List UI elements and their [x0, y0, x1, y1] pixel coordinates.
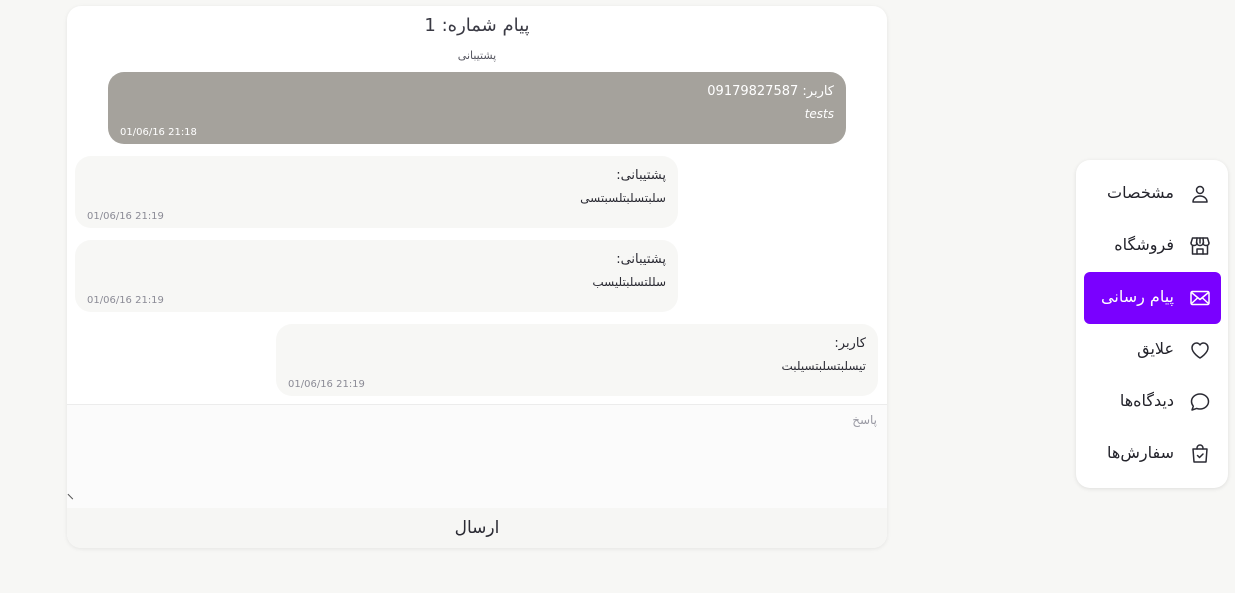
message-sender: کاربر: 09179827587: [707, 84, 834, 99]
menu-item-messaging[interactable]: پیام رسانی: [1084, 272, 1221, 324]
reply-textarea[interactable]: [67, 404, 887, 508]
message-text: سللتسلبتلیسب: [592, 275, 666, 289]
heart-icon: [1188, 338, 1212, 362]
chat-bubble-icon: [1188, 390, 1212, 414]
menu-item-label: پیام رسانی: [1101, 287, 1174, 306]
shopping-bag-icon: [1188, 442, 1212, 466]
message-text: سلبتسلبتلسبتسی: [580, 191, 666, 205]
chat-subtitle: پشتیبانی: [457, 49, 497, 62]
message-text: تیسلبتسلبتسیلبت: [781, 359, 866, 373]
message-bubble: پشتیبانی: سلبتسلبتلسبتسی 01/06/16 21:19: [75, 156, 678, 228]
message-bubble: پشتیبانی: سللتسلبتلیسب 01/06/16 21:19: [75, 240, 678, 312]
envelope-icon: [1188, 286, 1212, 310]
menu-item-label: سفارش‌ها: [1107, 443, 1174, 462]
menu-item-favorites[interactable]: علایق: [1084, 324, 1221, 376]
message-sender: کاربر:: [834, 336, 866, 351]
menu-item-label: دیدگاه‌ها: [1119, 391, 1174, 410]
message-time: 01/06/16 21:18: [120, 127, 197, 138]
store-icon: [1188, 234, 1212, 258]
message-sender: پشتیبانی:: [616, 168, 666, 183]
message-text: tests: [804, 107, 834, 121]
menu-item-store[interactable]: فروشگاه: [1084, 220, 1221, 272]
chat-title: پیام شماره: 1: [424, 15, 530, 36]
menu-item-profile[interactable]: مشخصات: [1084, 168, 1221, 220]
menu-item-label: فروشگاه: [1114, 235, 1174, 254]
user-icon: [1188, 182, 1212, 206]
account-menu: مشخصات فروشگاه پیام رسانی: [1076, 160, 1228, 488]
chat-card: پیام شماره: 1 پشتیبانی کاربر: 0917982758…: [67, 6, 887, 548]
message-bubble: کاربر: تیسلبتسلبتسیلبت 01/06/16 21:19: [276, 324, 878, 396]
menu-item-label: علایق: [1137, 339, 1174, 358]
message-sender: پشتیبانی:: [616, 252, 666, 267]
menu-item-comments[interactable]: دیدگاه‌ها: [1084, 376, 1221, 428]
message-time: 01/06/16 21:19: [288, 379, 365, 390]
menu-item-orders[interactable]: سفارش‌ها: [1084, 428, 1221, 480]
message-time: 01/06/16 21:19: [87, 295, 164, 306]
message-bubble: کاربر: 09179827587 tests 01/06/16 21:18: [108, 72, 846, 144]
message-time: 01/06/16 21:19: [87, 211, 164, 222]
send-button[interactable]: ارسال: [67, 508, 887, 548]
menu-item-label: مشخصات: [1107, 183, 1174, 202]
